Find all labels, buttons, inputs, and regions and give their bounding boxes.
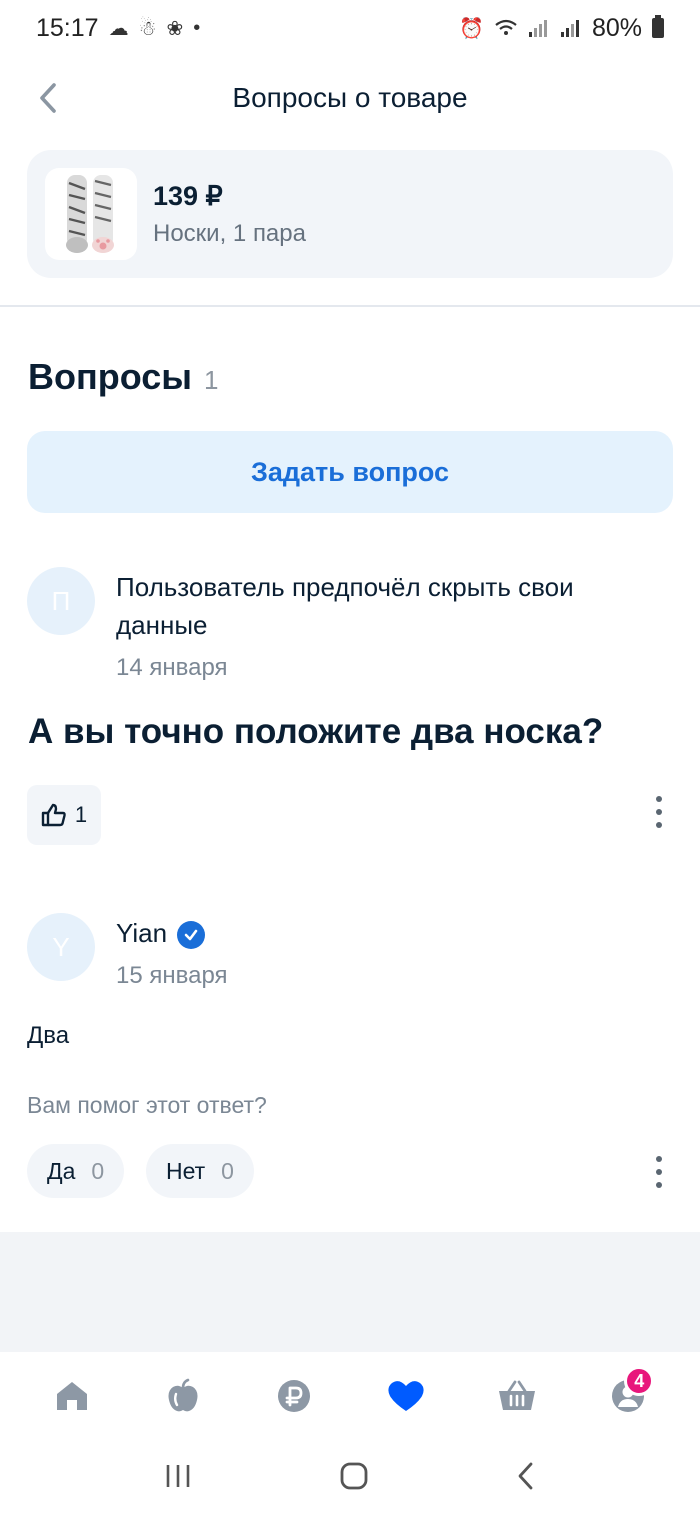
- verified-check-icon: [177, 921, 206, 950]
- ask-question-button[interactable]: Задать вопрос: [27, 431, 673, 513]
- profile-badge: 4: [624, 1366, 655, 1396]
- nav-cart[interactable]: [487, 1366, 547, 1426]
- socks-image: [66, 175, 114, 253]
- more-dot: [656, 796, 662, 802]
- back-arrow-icon: [518, 1462, 533, 1490]
- wifi-icon: [495, 19, 517, 35]
- basket-icon: [498, 1380, 535, 1410]
- vote-yes-button[interactable]: Да 0: [27, 1144, 125, 1198]
- product-price: 139 ₽: [153, 180, 223, 211]
- more-dot: [656, 822, 662, 828]
- question-author-name: Пользователь предпочёл скрыть свои данны…: [116, 572, 574, 640]
- signal-icon: [560, 20, 579, 37]
- status-left: 15:17 ☁ ☃ ❀ •: [36, 14, 200, 43]
- status-bar: 15:17 ☁ ☃ ❀ • ⏰ 80%: [0, 0, 700, 56]
- ruble-icon: [278, 1380, 311, 1412]
- nav-finance[interactable]: [264, 1366, 324, 1426]
- product-name: Носки, 1 пара: [153, 219, 306, 247]
- questions-title: Вопросы: [28, 356, 193, 397]
- home-square-icon: [340, 1462, 368, 1490]
- nav-catalog[interactable]: [153, 1366, 213, 1426]
- status-time: 15:17: [36, 13, 99, 42]
- alarm-icon: ⏰: [459, 17, 484, 40]
- like-button[interactable]: 1: [27, 785, 101, 845]
- thumbs-up-icon: [41, 803, 66, 827]
- answer-text: Два: [27, 1022, 70, 1049]
- system-nav-bar: [0, 1440, 700, 1517]
- dot-icon: •: [193, 16, 201, 39]
- chevron-left-icon: [40, 83, 56, 113]
- answer-author-name: Yian: [116, 918, 168, 948]
- question-text: А вы точно положите два носка?: [28, 712, 604, 751]
- nav-favorites[interactable]: [376, 1366, 436, 1426]
- vote-yes-label: Да: [47, 1157, 76, 1184]
- signal-icon: [528, 20, 547, 37]
- status-right: ⏰ 80%: [459, 14, 664, 43]
- more-dot: [656, 1182, 662, 1188]
- home-system-button[interactable]: [339, 1461, 369, 1496]
- back-system-button[interactable]: [516, 1461, 536, 1496]
- heart-icon: [388, 1381, 424, 1411]
- product-image[interactable]: [45, 168, 137, 260]
- helpful-prompt: Вам помог этот ответ?: [27, 1092, 267, 1118]
- more-dot: [656, 809, 662, 815]
- answer-more-button[interactable]: [647, 1152, 671, 1192]
- home-icon: [56, 1382, 87, 1410]
- answer-date: 15 января: [116, 962, 228, 989]
- battery-text: 80%: [591, 13, 642, 42]
- more-dot: [656, 1169, 662, 1175]
- product-card[interactable]: 139 ₽ Носки, 1 пара: [27, 150, 673, 278]
- vote-no-button[interactable]: Нет 0: [146, 1144, 254, 1198]
- like-count: 1: [74, 802, 88, 827]
- bottom-nav: 4: [0, 1352, 700, 1440]
- page-title: Вопросы о товаре: [232, 82, 468, 113]
- more-dot: [656, 1156, 662, 1162]
- recent-apps-icon: [166, 1465, 189, 1487]
- nav-home[interactable]: [42, 1366, 102, 1426]
- answer-author-row: Yian: [116, 914, 206, 952]
- divider: [0, 305, 700, 307]
- paw-icon: ❀: [166, 17, 184, 40]
- vote-no-label: Нет: [166, 1157, 206, 1184]
- vote-yes-count: 0: [91, 1157, 105, 1184]
- apple-icon: [168, 1378, 198, 1412]
- page-footer-area: [0, 1232, 700, 1352]
- question-author-avatar: П: [27, 567, 95, 635]
- app-header: Вопросы о товаре: [0, 56, 700, 140]
- question-more-button[interactable]: [647, 792, 671, 832]
- questions-heading: Вопросы 1: [28, 356, 218, 398]
- nav-profile[interactable]: 4: [598, 1366, 658, 1426]
- product-info: 139 ₽ Носки, 1 пара: [153, 181, 306, 248]
- question-date: 14 января: [116, 654, 228, 681]
- questions-count: 1: [204, 365, 219, 395]
- cloud-icon: ☁: [108, 17, 129, 40]
- vote-no-count: 0: [221, 1157, 234, 1184]
- recent-apps-button[interactable]: [164, 1463, 192, 1494]
- back-button[interactable]: [28, 76, 68, 120]
- snowman-icon: ☃: [138, 17, 157, 40]
- battery-icon: [652, 15, 664, 38]
- answer-author-avatar: Y: [27, 913, 95, 981]
